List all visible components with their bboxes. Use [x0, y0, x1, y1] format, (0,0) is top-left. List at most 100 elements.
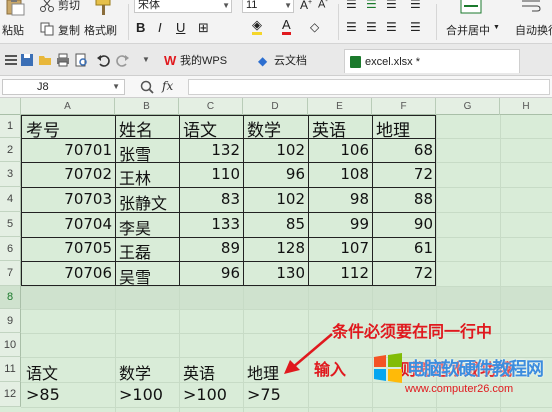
criteria-header-cell[interactable]: 地理 — [247, 360, 279, 384]
row-header-5[interactable]: 5 — [0, 212, 21, 237]
align-top-icon[interactable]: ☰ — [346, 0, 357, 11]
print-preview-icon[interactable] — [74, 53, 88, 67]
table-cell-exam-no[interactable]: 70706 — [21, 264, 112, 282]
zoom-icon[interactable] — [140, 80, 154, 94]
customize-dropdown-icon[interactable]: ▼ — [142, 55, 150, 64]
row-header-11[interactable]: 11 — [0, 357, 21, 382]
criteria-value-cell[interactable]: >75 — [247, 385, 281, 404]
column-header-a[interactable]: A — [21, 98, 115, 115]
column-header-h[interactable]: H — [500, 98, 552, 115]
align-right-icon[interactable]: ☰ — [386, 20, 397, 34]
formula-input[interactable] — [188, 79, 550, 95]
font-shrink-icon[interactable]: A- — [318, 0, 328, 11]
tab-cloud-docs[interactable]: ◆ 云文档 — [254, 49, 336, 73]
table-cell-exam-no[interactable]: 70705 — [21, 239, 112, 257]
table-cell-score[interactable]: 102 — [243, 190, 305, 208]
table-cell-score[interactable]: 112 — [308, 264, 369, 282]
table-cell-name[interactable]: 张静文 — [119, 190, 167, 214]
table-cell-exam-no[interactable]: 70703 — [21, 190, 112, 208]
paste-button[interactable]: 粘贴 — [0, 0, 30, 44]
column-header-f[interactable]: F — [372, 98, 436, 115]
table-cell-score[interactable]: 108 — [308, 165, 369, 183]
table-header-cell[interactable]: 语文 — [183, 116, 217, 141]
column-header-b[interactable]: B — [115, 98, 179, 115]
criteria-value-cell[interactable]: >100 — [119, 385, 163, 404]
column-header-c[interactable]: C — [179, 98, 243, 115]
border-icon[interactable]: ⊞ — [198, 20, 209, 36]
table-cell-exam-no[interactable]: 70704 — [21, 215, 112, 233]
align-center-icon[interactable]: ☰ — [366, 20, 377, 34]
table-cell-score[interactable]: 61 — [372, 239, 433, 257]
table-cell-exam-no[interactable]: 70702 — [21, 165, 112, 183]
fill-color-icon[interactable]: ◈ — [252, 18, 262, 35]
table-cell-name[interactable]: 吴雪 — [119, 264, 151, 288]
table-cell-score[interactable]: 132 — [179, 141, 240, 159]
table-cell-score[interactable]: 89 — [179, 239, 240, 257]
table-cell-score[interactable]: 106 — [308, 141, 369, 159]
cut-button[interactable]: 剪切 — [40, 0, 82, 14]
row-header-12[interactable]: 12 — [0, 382, 21, 407]
align-bottom-icon[interactable]: ☰ — [386, 0, 397, 11]
name-box[interactable]: J8 ▼ — [2, 79, 125, 95]
row-header-6[interactable]: 6 — [0, 237, 21, 261]
column-header-e[interactable]: E — [308, 98, 372, 115]
table-cell-name[interactable]: 王磊 — [119, 239, 151, 263]
table-header-cell[interactable]: 英语 — [312, 116, 346, 141]
table-cell-score[interactable]: 85 — [243, 215, 305, 233]
table-cell-name[interactable]: 李昊 — [119, 215, 151, 239]
table-header-cell[interactable]: 考号 — [26, 116, 60, 141]
table-cell-score[interactable]: 133 — [179, 215, 240, 233]
indent-icon[interactable]: ☰ — [410, 0, 421, 11]
table-header-cell[interactable]: 姓名 — [119, 116, 153, 141]
align-left-icon[interactable]: ☰ — [346, 20, 357, 34]
column-header-g[interactable]: G — [436, 98, 500, 115]
table-cell-score[interactable]: 90 — [372, 215, 433, 233]
criteria-header-cell[interactable]: 英语 — [183, 360, 215, 384]
column-header-d[interactable]: D — [243, 98, 308, 115]
font-size-select[interactable]: 11 ▼ — [242, 0, 294, 13]
table-cell-score[interactable]: 107 — [308, 239, 369, 257]
table-header-cell[interactable]: 数学 — [247, 116, 281, 141]
row-header-9[interactable]: 9 — [0, 309, 21, 333]
table-cell-score[interactable]: 128 — [243, 239, 305, 257]
table-cell-score[interactable]: 99 — [308, 215, 369, 233]
redo-icon[interactable] — [116, 53, 130, 67]
align-middle-icon[interactable]: ☰ — [366, 0, 377, 11]
font-name-select[interactable]: 宋体 ▼ — [134, 0, 232, 13]
format-brush-button[interactable]: 格式刷 — [84, 0, 124, 44]
row-header-8[interactable]: 8 — [0, 286, 21, 309]
table-cell-score[interactable]: 83 — [179, 190, 240, 208]
row-header-2[interactable]: 2 — [0, 138, 21, 162]
criteria-value-cell[interactable]: >85 — [26, 385, 60, 404]
tab-excel-file[interactable]: excel.xlsx * — [344, 49, 520, 73]
tab-my-wps[interactable]: W 我的WPS — [160, 49, 246, 73]
table-cell-score[interactable]: 110 — [179, 165, 240, 183]
table-cell-score[interactable]: 72 — [372, 165, 433, 183]
table-cell-score[interactable]: 130 — [243, 264, 305, 282]
font-grow-icon[interactable]: A+ — [300, 0, 312, 12]
undo-icon[interactable] — [96, 53, 110, 67]
fx-icon[interactable]: fx — [162, 79, 173, 93]
menu-icon[interactable] — [4, 53, 18, 67]
save-icon[interactable] — [20, 53, 34, 67]
table-cell-name[interactable]: 王林 — [119, 165, 151, 189]
table-cell-score[interactable]: 96 — [243, 165, 305, 183]
underline-icon[interactable]: U — [176, 20, 185, 35]
open-folder-icon[interactable] — [38, 53, 52, 67]
table-cell-score[interactable]: 72 — [372, 264, 433, 282]
merge-center-button[interactable]: 合并居中 ▼ — [446, 0, 500, 44]
table-cell-score[interactable]: 88 — [372, 190, 433, 208]
justify-icon[interactable]: ☰ — [410, 20, 421, 34]
table-header-cell[interactable]: 地理 — [376, 116, 410, 141]
bold-icon[interactable]: B — [136, 20, 145, 35]
row-header-1[interactable]: 1 — [0, 115, 21, 138]
copy-button[interactable]: 复制 — [40, 18, 82, 38]
criteria-value-cell[interactable]: >100 — [183, 385, 227, 404]
row-header-4[interactable]: 4 — [0, 187, 21, 212]
table-cell-exam-no[interactable]: 70701 — [21, 141, 112, 159]
select-all-corner[interactable] — [0, 98, 21, 115]
table-cell-score[interactable]: 68 — [372, 141, 433, 159]
criteria-header-cell[interactable]: 语文 — [26, 360, 58, 384]
table-cell-score[interactable]: 96 — [179, 264, 240, 282]
row-header-7[interactable]: 7 — [0, 261, 21, 286]
